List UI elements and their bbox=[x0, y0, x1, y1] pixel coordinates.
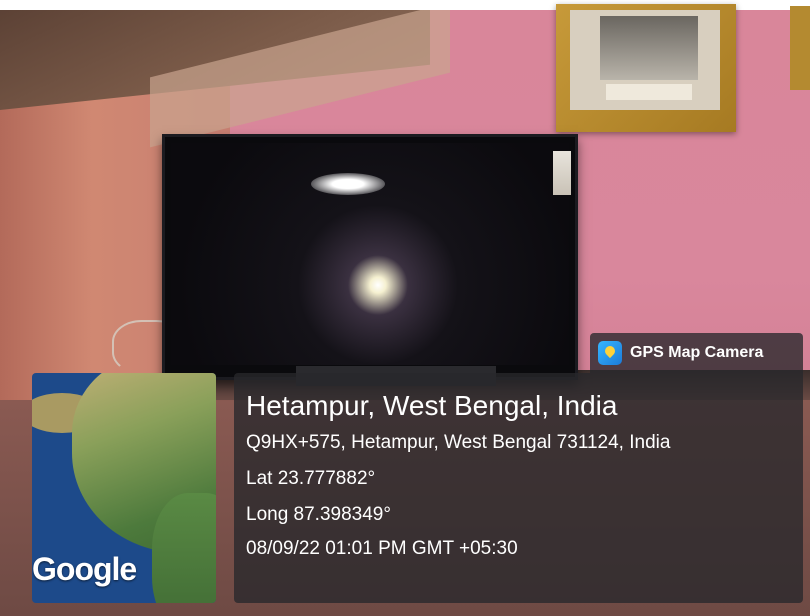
map-thumbnail: Google bbox=[32, 373, 216, 603]
second-picture-frame bbox=[790, 6, 810, 90]
address-line: Q9HX+575, Hetampur, West Bengal 731124, … bbox=[246, 432, 671, 453]
television bbox=[162, 134, 578, 380]
light-glare bbox=[311, 173, 385, 195]
timestamp: 08/09/22 01:01 PM GMT +05:30 bbox=[246, 538, 518, 559]
map-land bbox=[152, 493, 216, 603]
tv-sticker bbox=[553, 151, 571, 195]
picture-frame bbox=[556, 4, 736, 132]
google-logo: Google bbox=[32, 551, 137, 587]
latitude: Lat 23.777882° bbox=[246, 468, 376, 489]
frame-photo bbox=[600, 16, 698, 80]
frame-mat bbox=[570, 10, 720, 110]
gps-app-badge: GPS Map Camera bbox=[590, 333, 803, 373]
frame-caption-plate bbox=[606, 84, 692, 100]
gps-map-camera-icon bbox=[598, 341, 622, 365]
photo-scene: GPS Map Camera Google Hetampur, West Ben… bbox=[0, 0, 810, 616]
gps-app-name: GPS Map Camera bbox=[630, 344, 764, 361]
tv-screen bbox=[171, 143, 569, 365]
location-title: Hetampur, West Bengal, India bbox=[246, 390, 618, 421]
longitude: Long 87.398349° bbox=[246, 504, 391, 525]
